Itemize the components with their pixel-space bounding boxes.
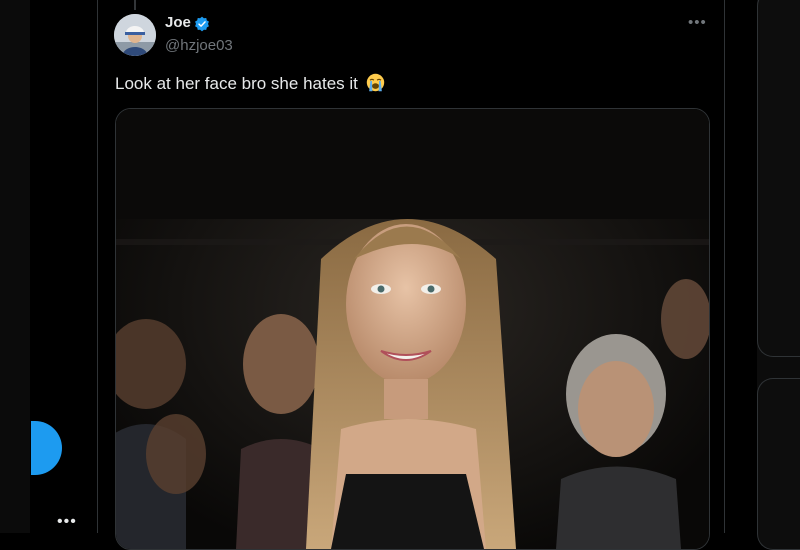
right-sidebar-card[interactable] bbox=[757, 378, 800, 550]
loudly-crying-face-icon bbox=[366, 73, 384, 92]
column-divider-left bbox=[97, 0, 98, 533]
right-gap bbox=[725, 0, 757, 533]
author-name[interactable]: Joe bbox=[165, 14, 191, 31]
left-gutter bbox=[0, 0, 30, 533]
post-photo bbox=[116, 109, 709, 549]
thread-line bbox=[134, 0, 136, 10]
post-text-body: Look at her face bro she hates it bbox=[115, 74, 358, 93]
post-text: Look at her face bro she hates it bbox=[115, 73, 385, 94]
post-more-button[interactable]: ••• bbox=[688, 14, 707, 31]
verified-badge-icon bbox=[195, 16, 209, 32]
sidebar-more-button[interactable]: ••• bbox=[57, 513, 77, 531]
author-handle[interactable]: @hzjoe03 bbox=[165, 37, 233, 54]
right-sidebar-card[interactable] bbox=[757, 0, 800, 357]
avatar[interactable] bbox=[114, 14, 156, 56]
post-media[interactable] bbox=[115, 108, 710, 550]
avatar-image bbox=[114, 14, 156, 56]
